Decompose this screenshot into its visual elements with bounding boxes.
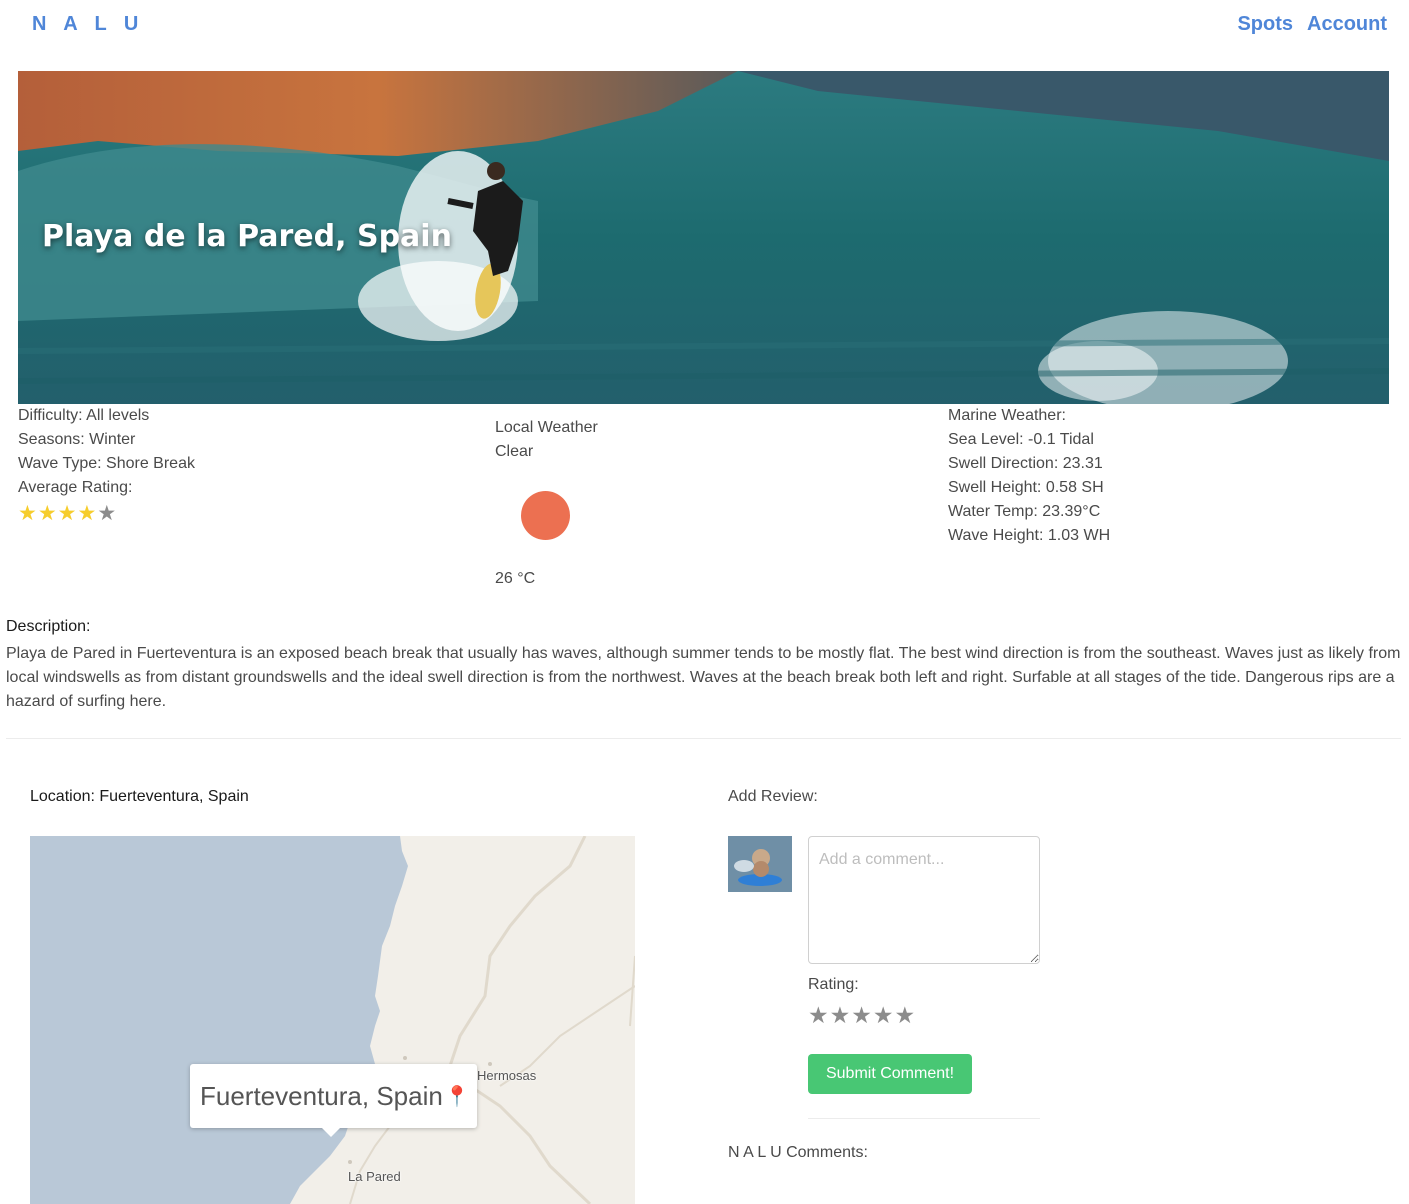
wave-type-text: Wave Type: Shore Break — [18, 455, 195, 472]
rating-star-icon[interactable]: ★ — [895, 1002, 916, 1028]
map-location-popup[interactable]: Fuerteventura, Spain 📍 — [190, 1064, 477, 1137]
temperature-text: 26 °C — [495, 570, 536, 587]
marine-weather-title: Marine Weather: — [948, 407, 1066, 424]
sea-level-text: Sea Level: -0.1 Tidal — [948, 431, 1094, 448]
avatar-image — [728, 836, 792, 892]
rating-label: Rating: — [808, 976, 859, 993]
map-popup-text: Fuerteventura, Spain — [200, 1080, 443, 1111]
rating-star-icon[interactable]: ★ — [808, 1002, 829, 1028]
section-divider — [6, 738, 1401, 739]
spot-title: Playa de la Pared, Spain — [42, 219, 452, 254]
seasons-text: Seasons: Winter — [18, 431, 136, 448]
star-icon: ★ — [77, 502, 97, 525]
water-temp-text: Water Temp: 23.39°C — [948, 503, 1101, 520]
star-icon: ★ — [57, 502, 77, 525]
spot-details: Difficulty: All levels Seasons: Winter W… — [18, 404, 195, 526]
rating-star-icon[interactable]: ★ — [830, 1002, 851, 1028]
rating-star-icon[interactable]: ★ — [873, 1002, 894, 1028]
nav-link-account[interactable]: Account — [1307, 13, 1387, 36]
brand-logo[interactable]: N A L U — [32, 13, 144, 36]
average-rating-label: Average Rating: — [18, 479, 133, 496]
add-review-label: Add Review: — [728, 788, 818, 805]
nav-link-spots[interactable]: Spots — [1237, 13, 1293, 36]
rating-input-stars[interactable]: ★ ★ ★ ★ ★ — [808, 1002, 915, 1028]
description-label: Description: — [6, 618, 91, 635]
star-icon: ★ — [97, 502, 117, 525]
comments-heading: N A L U Comments: — [728, 1144, 868, 1161]
location-label: Location: Fuerteventura, Spain — [30, 788, 249, 805]
difficulty-text: Difficulty: All levels — [18, 407, 150, 424]
wave-height-text: Wave Height: 1.03 WH — [948, 527, 1111, 544]
map-place-label: La Pared — [348, 1169, 401, 1184]
nav-links: Spots Account — [1237, 13, 1387, 36]
sun-icon — [521, 491, 570, 540]
swell-direction-text: Swell Direction: 23.31 — [948, 455, 1103, 472]
map-pin-icon: 📍 — [444, 1085, 470, 1108]
weather-condition: Clear — [495, 443, 534, 460]
hero-banner: Playa de la Pared, Spain — [18, 71, 1389, 404]
local-weather-title: Local Weather — [495, 419, 598, 436]
map-tiles — [30, 836, 635, 1204]
star-icon: ★ — [37, 502, 57, 525]
swell-height-text: Swell Height: 0.58 SH — [948, 479, 1104, 496]
comment-input[interactable] — [808, 836, 1040, 964]
marine-weather: Marine Weather: Sea Level: -0.1 Tidal Sw… — [948, 404, 1110, 548]
map-place-label: Hermosas — [477, 1068, 537, 1083]
location-map[interactable]: Hermosas La Pared Fuerteventura, Spain 📍 — [30, 836, 635, 1204]
description-text: Playa de Pared in Fuerteventura is an ex… — [6, 645, 1401, 710]
submit-comment-button[interactable]: Submit Comment! — [808, 1054, 972, 1094]
star-icon: ★ — [18, 502, 37, 525]
local-weather: Local Weather Clear — [495, 416, 598, 464]
avatar — [728, 836, 792, 892]
comments-divider — [808, 1118, 1040, 1119]
top-navbar: N A L U Spots Account — [0, 0, 1409, 52]
rating-star-icon[interactable]: ★ — [851, 1002, 872, 1028]
average-rating-stars: ★ ★ ★ ★ ★ — [18, 502, 195, 526]
